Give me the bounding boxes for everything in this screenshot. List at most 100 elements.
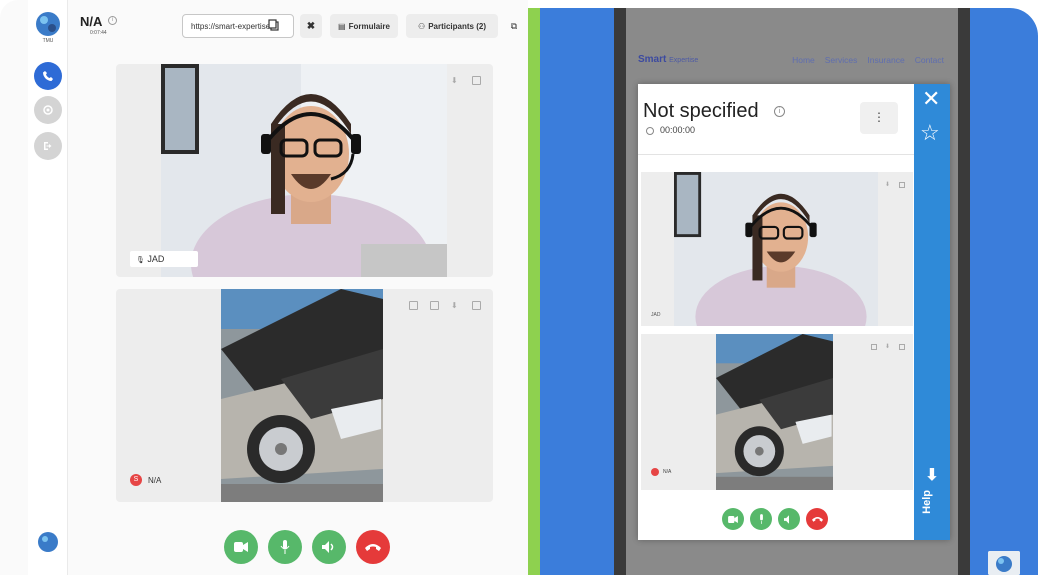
nav-contact[interactable]: Contact xyxy=(915,55,944,65)
brand-name: Smart xyxy=(638,54,667,65)
site-brand[interactable]: Smart Expertise xyxy=(638,54,698,65)
call-timer: 0:07:44 xyxy=(90,30,107,36)
tmu-logo xyxy=(36,12,60,36)
popout-button[interactable]: ⧉ xyxy=(504,14,524,38)
mic-icon: 🎙︎ xyxy=(136,257,145,264)
customer-video-feed xyxy=(221,289,383,502)
hangup-icon xyxy=(365,544,381,551)
pin-icon[interactable]: ⬇ xyxy=(451,76,460,85)
logout-button[interactable] xyxy=(34,132,62,160)
star-icon[interactable]: ☆ xyxy=(920,120,940,146)
tile-actions: ⬇ xyxy=(451,76,481,85)
widget-timer: 00:00:00 xyxy=(660,125,696,135)
widget-video-tile-agent: ⬇ JAD xyxy=(641,172,913,326)
mic-toggle-button[interactable] xyxy=(750,508,772,530)
widget-sidebar: ✕ ☆ ⬇ Help xyxy=(914,84,950,540)
tmu-logo-bottom xyxy=(38,532,58,552)
agent-video-feed xyxy=(161,64,447,277)
snapshot-icon[interactable] xyxy=(871,344,877,350)
form-icon: ▤ xyxy=(338,21,346,31)
video-tile-customer: ⬇ S N/A xyxy=(116,289,493,502)
call-title: N/A xyxy=(80,14,103,29)
speaker-icon xyxy=(322,541,334,553)
participants-label: Participants (2) xyxy=(428,21,486,31)
mic-toggle-button[interactable] xyxy=(268,530,302,564)
crop-icon[interactable] xyxy=(409,301,418,310)
participant-name-tag: 🎙︎ JAD xyxy=(130,251,198,267)
hangup-button[interactable] xyxy=(356,530,390,564)
help-label: Help xyxy=(921,490,933,514)
settings-tab-button[interactable] xyxy=(34,96,62,124)
snapshot-icon[interactable] xyxy=(430,301,439,310)
camera-icon xyxy=(234,542,248,552)
call-toolbar: N/A i 0:07:44 https://smart-expertise ✖ … xyxy=(68,0,528,48)
video-tile-agent: ⬇ 🎙︎ JAD xyxy=(116,64,493,277)
fullscreen-icon[interactable] xyxy=(899,182,905,188)
participant-name: JAD xyxy=(651,312,661,318)
logout-icon xyxy=(44,142,52,150)
participant2-name-tag: S N/A xyxy=(130,474,161,486)
widget-title: Not specified xyxy=(643,100,759,122)
speaker-toggle-button[interactable] xyxy=(312,530,346,564)
widget-call-controls xyxy=(722,508,828,530)
screen: TMU N/A i 0:07:44 https://smart-expertis… xyxy=(0,0,1038,575)
left-rail: TMU xyxy=(28,0,68,575)
camera-toggle-button[interactable] xyxy=(722,508,744,530)
users-icon: ⚇ xyxy=(418,21,426,31)
brand-suffix: Expertise xyxy=(669,57,699,64)
participant2-name: N/A xyxy=(663,469,672,475)
close-share-button[interactable]: ✖ xyxy=(300,14,322,38)
call-tab-button[interactable] xyxy=(34,62,62,90)
microphone-icon xyxy=(280,540,290,554)
close-icon: ✖ xyxy=(306,20,316,32)
speaker-toggle-button[interactable] xyxy=(778,508,800,530)
copy-icon[interactable] xyxy=(268,19,280,31)
avatar: S xyxy=(130,474,142,486)
info-icon[interactable]: i xyxy=(108,16,117,25)
frame-border xyxy=(958,8,970,575)
divider xyxy=(638,154,914,155)
pin-icon[interactable]: ⬇ xyxy=(451,301,460,310)
microphone-icon xyxy=(759,514,763,524)
download-icon: ⬇ xyxy=(925,467,939,484)
phone-icon xyxy=(43,71,53,81)
timer-icon xyxy=(646,127,654,135)
widget-video-tile-customer: ⬇ N/A xyxy=(641,334,913,490)
participants-button[interactable]: ⚇ Participants (2) xyxy=(406,14,498,38)
background-panel xyxy=(540,8,614,575)
agent-app: TMU N/A i 0:07:44 https://smart-expertis… xyxy=(0,0,528,575)
hangup-button[interactable] xyxy=(806,508,828,530)
nav-home[interactable]: Home xyxy=(792,55,815,65)
fullscreen-icon[interactable] xyxy=(472,301,481,310)
tile-actions: ⬇ xyxy=(871,344,905,350)
video-call-widget: Not specified i 00:00:00 ⋮ ⬇ JAD ⬇ N/A ✕… xyxy=(638,84,950,540)
pin-icon[interactable]: ⬇ xyxy=(885,182,891,188)
tile-actions: ⬇ xyxy=(885,182,905,188)
widget-menu-button[interactable]: ⋮ xyxy=(860,102,898,134)
formulaire-button[interactable]: ▤ Formulaire xyxy=(330,14,398,38)
participant2-name: N/A xyxy=(148,475,162,485)
speaker-icon xyxy=(784,514,789,524)
corner-logo xyxy=(988,551,1020,575)
hangup-icon xyxy=(811,516,823,522)
gear-icon xyxy=(43,105,53,115)
fullscreen-icon[interactable] xyxy=(899,344,905,350)
info-icon[interactable]: i xyxy=(774,106,785,117)
fullscreen-icon[interactable] xyxy=(472,76,481,85)
close-icon[interactable]: ✕ xyxy=(922,88,940,110)
nav-insurance[interactable]: Insurance xyxy=(867,55,904,65)
divider-bar xyxy=(528,8,540,575)
customer-video-feed xyxy=(716,334,833,490)
formulaire-label: Formulaire xyxy=(348,21,390,31)
call-controls xyxy=(224,530,390,564)
pin-icon[interactable]: ⬇ xyxy=(885,344,891,350)
nav-services[interactable]: Services xyxy=(825,55,858,65)
camera-icon xyxy=(728,515,738,523)
frame-border xyxy=(614,8,626,575)
popout-icon: ⧉ xyxy=(510,20,518,31)
help-button[interactable]: ⬇ Help xyxy=(921,468,943,514)
site-navbar: Smart Expertise Home Services Insurance … xyxy=(626,48,958,72)
camera-toggle-button[interactable] xyxy=(224,530,258,564)
widget-header: Not specified i 00:00:00 ⋮ xyxy=(638,84,914,154)
participant2-name-tag: N/A xyxy=(651,468,671,476)
